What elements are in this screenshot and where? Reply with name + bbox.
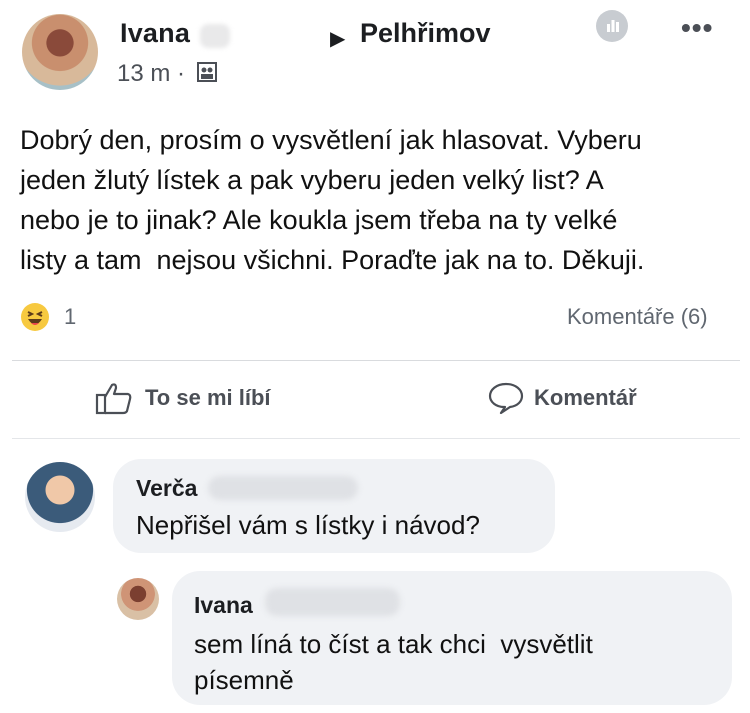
- thumbs-up-icon: [95, 383, 132, 415]
- like-label: To se mi líbí: [145, 385, 271, 410]
- comment-label: Komentář: [534, 385, 637, 410]
- comment-author[interactable]: Verča: [136, 475, 197, 502]
- post-timestamp[interactable]: 13 m ·: [117, 60, 185, 88]
- divider: [12, 438, 740, 439]
- name-redaction: [265, 588, 400, 616]
- reaction-count[interactable]: 1: [64, 304, 76, 330]
- comment-button[interactable]: Komentář: [488, 380, 637, 416]
- like-button[interactable]: To se mi líbí: [95, 380, 271, 416]
- author-name[interactable]: Ivana: [120, 18, 190, 49]
- audience-icon: [197, 62, 217, 82]
- author-name-redaction: [200, 24, 230, 48]
- comments-count-link[interactable]: Komentáře (6): [567, 304, 708, 330]
- reply-author[interactable]: Ivana: [194, 592, 253, 619]
- stats-icon[interactable]: [596, 10, 628, 42]
- name-redaction: [208, 476, 358, 500]
- reply-text: sem líná to číst a tak chci vysvětlit pí…: [194, 629, 593, 695]
- commenter-avatar[interactable]: [25, 462, 95, 532]
- divider: [12, 360, 740, 361]
- haha-icon[interactable]: [20, 302, 50, 332]
- more-icon[interactable]: •••: [681, 12, 713, 44]
- reply-avatar[interactable]: [117, 578, 159, 620]
- comment-text: Nepřišel vám s lístky i návod?: [136, 510, 480, 540]
- group-name[interactable]: Pelhřimov: [360, 18, 491, 49]
- arrow-right-icon: ▶: [330, 28, 346, 50]
- post-text: Dobrý den, prosím o vysvětlení jak hlaso…: [20, 125, 645, 275]
- author-avatar[interactable]: [22, 14, 98, 90]
- comment-bubble-icon: [488, 382, 524, 415]
